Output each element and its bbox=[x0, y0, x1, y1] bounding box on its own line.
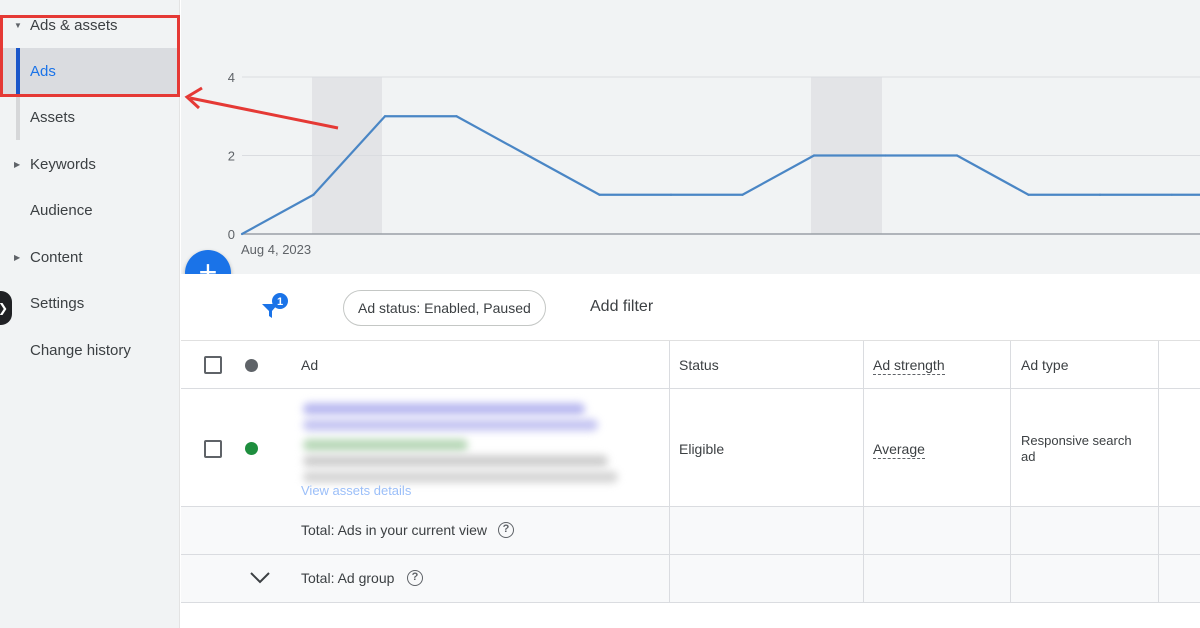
filter-count-badge: 1 bbox=[277, 296, 283, 308]
line-chart: 0 2 4 Aug 4, 2023 bbox=[228, 70, 1200, 257]
cell-empty bbox=[1011, 555, 1159, 602]
help-icon[interactable]: ? bbox=[498, 522, 514, 538]
sidebar-item-label: Ads bbox=[30, 62, 56, 80]
filter-bar: 1 Ad status: Enabled, Paused Add filter bbox=[181, 274, 1200, 341]
sidebar-item-content[interactable]: ▶ Content bbox=[0, 234, 178, 280]
header-status[interactable]: Status bbox=[679, 357, 719, 373]
y-tick-label: 0 bbox=[228, 227, 235, 242]
total-row-ad-group: Total: Ad group ? bbox=[181, 555, 1200, 603]
grid-lines bbox=[242, 76, 1200, 235]
chevron-down-icon[interactable] bbox=[249, 571, 271, 585]
cell-empty bbox=[670, 555, 864, 602]
view-assets-link[interactable]: View assets details bbox=[301, 483, 411, 498]
header-ad[interactable]: Ad bbox=[301, 357, 318, 373]
series-segment bbox=[455, 115, 530, 157]
series-segment bbox=[955, 154, 1030, 196]
performance-chart: 0 2 4 Aug 4, 2023 bbox=[181, 0, 1200, 274]
status-dot-enabled bbox=[245, 442, 258, 455]
sidebar-item-assets[interactable]: Assets bbox=[0, 94, 178, 140]
ad-status-filter-chip[interactable]: Ad status: Enabled, Paused bbox=[343, 290, 546, 326]
sidebar-item-change-history[interactable]: Change history bbox=[0, 327, 178, 373]
blurred-url bbox=[303, 439, 468, 451]
sidebar-item-label: Audience bbox=[30, 201, 93, 219]
sidebar-item-label: Ads & assets bbox=[30, 16, 118, 34]
y-tick-label: 2 bbox=[228, 149, 235, 164]
status-value: Eligible bbox=[679, 441, 725, 457]
table-header-row: Ad Status Ad strength Ad type bbox=[181, 341, 1200, 389]
header-ad-strength[interactable]: Ad strength bbox=[873, 357, 945, 375]
caret-right-icon: ▶ bbox=[14, 159, 21, 169]
caret-down-icon: ▼ bbox=[14, 20, 22, 30]
caret-right-icon: ▶ bbox=[14, 252, 21, 262]
series-segment bbox=[741, 154, 816, 196]
col-ad bbox=[181, 341, 670, 388]
table-row: View assets details Eligible Average Res… bbox=[181, 389, 1200, 507]
series-segment bbox=[240, 193, 315, 236]
blurred-headline bbox=[303, 419, 598, 431]
help-icon[interactable]: ? bbox=[407, 570, 423, 586]
total-row-current-view: Total: Ads in your current view ? bbox=[181, 507, 1200, 555]
y-ticks: 0 2 4 bbox=[228, 70, 235, 242]
sidebar-item-keywords[interactable]: ▶ Keywords bbox=[0, 141, 178, 187]
cell-empty bbox=[864, 507, 1011, 554]
sidebar-item-settings[interactable]: Settings bbox=[0, 280, 178, 326]
cell-empty bbox=[864, 555, 1011, 602]
sidebar: ▼ Ads & assets Ads Assets ▶ Keywords Aud… bbox=[0, 0, 180, 628]
add-filter-button[interactable]: Add filter bbox=[590, 298, 653, 316]
total-current-view-label: Total: Ads in your current view bbox=[301, 522, 487, 538]
chevron-right-icon[interactable]: ❯ bbox=[0, 291, 12, 325]
y-tick-label: 4 bbox=[228, 70, 235, 85]
cell-empty bbox=[670, 507, 864, 554]
blurred-headline bbox=[303, 403, 585, 415]
x-tick-label: Aug 4, 2023 bbox=[241, 242, 311, 257]
total-ad-group-label: Total: Ad group bbox=[301, 570, 395, 586]
sidebar-item-audience[interactable]: Audience bbox=[0, 187, 178, 233]
sidebar-item-label: Settings bbox=[30, 294, 85, 312]
sidebar-item-label: Change history bbox=[30, 341, 131, 359]
filter-icon[interactable]: 1 bbox=[259, 292, 289, 322]
sidebar-item-ads-assets[interactable]: ▼ Ads & assets bbox=[0, 2, 178, 48]
x-ticks: Aug 4, 2023 bbox=[241, 242, 311, 257]
active-indicator bbox=[16, 48, 20, 94]
ad-type-value: Responsive search ad bbox=[1021, 433, 1132, 464]
cell-empty bbox=[1011, 507, 1159, 554]
header-ad-type[interactable]: Ad type bbox=[1021, 357, 1068, 373]
blurred-description bbox=[303, 455, 608, 467]
series-lines bbox=[240, 115, 1200, 236]
row-checkbox[interactable] bbox=[204, 440, 222, 458]
sidebar-item-label: Keywords bbox=[30, 155, 96, 173]
blurred-description bbox=[303, 471, 618, 483]
sidebar-item-label: Content bbox=[30, 248, 83, 266]
ad-strength-value[interactable]: Average bbox=[873, 441, 925, 459]
series-segment bbox=[526, 154, 601, 196]
sidebar-item-ads[interactable]: Ads bbox=[0, 48, 178, 94]
sidebar-item-label: Assets bbox=[30, 108, 76, 126]
